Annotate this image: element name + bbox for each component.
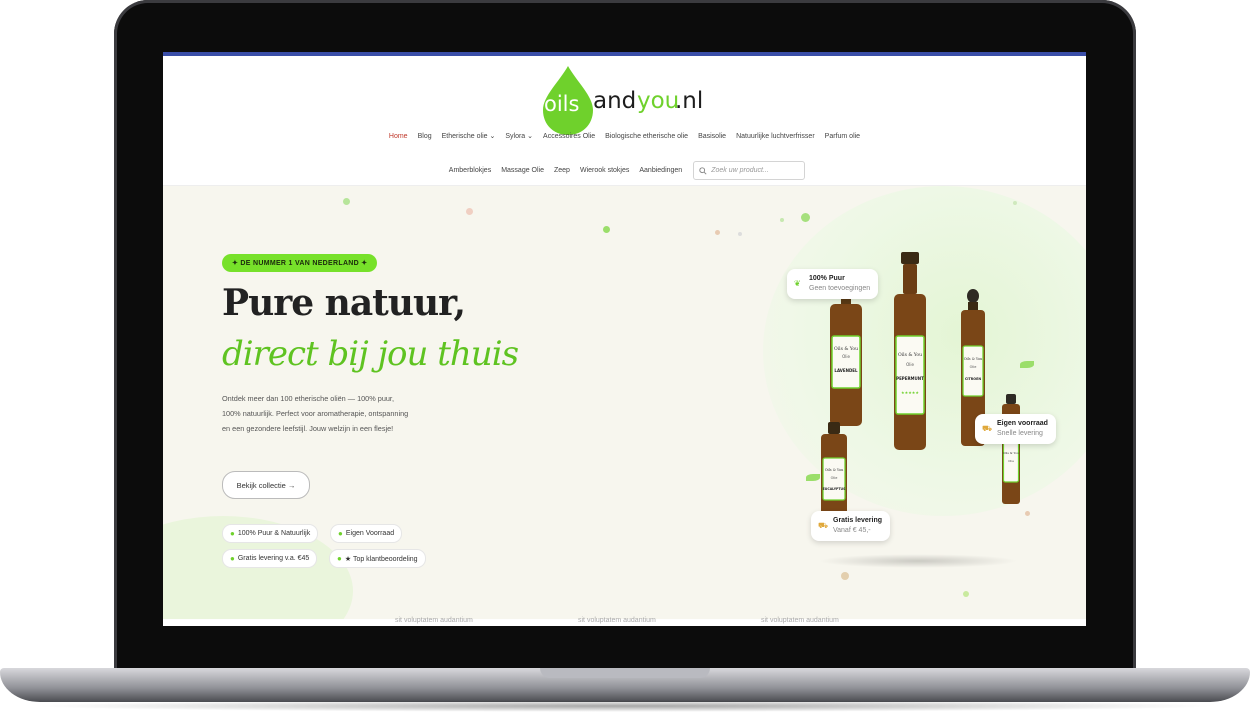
nav-luchtverfrisser[interactable]: Natuurlijke luchtverfrisser [736,133,815,140]
deco-dot [780,218,784,222]
feature-label: Gratis levering v.a. €45 [237,555,310,562]
deco-dot [343,198,350,205]
bottle-name: PEPERMUNT [896,376,924,381]
bottle-lavendel: Oils & You Olie LAVENDEL [830,278,862,426]
top-accent-strip [163,52,1086,56]
nav-sylora[interactable]: Sylora ⌄ [505,132,533,140]
feature-pill: ● ★ Top klantbeoordeling [329,549,426,568]
nav-label: Sylora [505,133,526,140]
deco-dot [466,208,473,215]
leaf-icon: ❦ [794,279,801,288]
feature-label: ★ Top klantbeoordeling [344,555,418,563]
dot-icon: ● [230,554,235,563]
laptop-shadow [30,700,1220,712]
card-subtitle: Vanaf € 45,- [833,527,871,534]
deco-dot [1020,361,1034,368]
bottle-name: LAVENDEL [834,368,858,373]
hero-title: Pure natuur, [222,282,466,324]
deco-dot [1025,511,1030,516]
deco-dot [841,572,849,580]
deco-dot [738,232,742,236]
bottle-shadow [818,554,1018,568]
bottle-sub: Olie [906,362,914,367]
card-title: Eigen voorraad [997,420,1048,427]
nav-aanbiedingen[interactable]: Aanbiedingen [639,167,682,174]
hero-section: ✦ DE NUMMER 1 VAN NEDERLAND ✦ Pure natuu… [163,186,1086,626]
svg-text:★★★★★: ★★★★★ [901,390,919,395]
nav-massage-olie[interactable]: Massage Olie [501,167,544,174]
bottle-name: CITROEN [965,377,981,381]
nav-amberblokjes[interactable]: Amberblokjes [449,167,491,174]
site-logo[interactable]: oils and you .nl [539,58,709,136]
nav-wierook-stokjes[interactable]: Wierook stokjes [580,167,629,174]
card-title: Gratis levering [833,517,883,524]
truck-icon: ⛟ [982,424,993,433]
chevron-down-icon: ⌄ [489,133,496,140]
feature-pill: ● Gratis levering v.a. €45 [222,549,318,568]
card-pure: ❦ 100% Puur Geen toevoegingen [787,269,879,299]
next-section-peek: sit voluptatem audantium sit voluptatem … [163,617,1086,626]
card-subtitle: Geen toevoegingen [809,285,871,292]
logo-nl-text: .nl [675,88,704,114]
bottle-brand: Oils & You [964,357,983,361]
nav-etherische-olie[interactable]: Etherische olie ⌄ [442,132,496,140]
bottle-sub: Olie [831,476,838,480]
card-title: 100% Puur [809,275,845,282]
bottle-brand: Oils & You [898,352,922,358]
browser-screen: oils and you .nl Home Blog Etherische ol… [163,52,1086,626]
bottle-pepermunt: Oils & You Olie PEPERMUNT ★★★★★ [894,252,926,450]
truck-icon: ⛟ [818,521,829,530]
hero-badge: ✦ DE NUMMER 1 VAN NEDERLAND ✦ [222,254,378,272]
view-collection-button[interactable]: Bekijk collectie → [222,471,310,499]
nav-zeep[interactable]: Zeep [554,167,570,174]
nav-blog[interactable]: Blog [418,133,432,140]
search-box[interactable]: Zoek uw product... [693,161,806,180]
nav-biologische-olie[interactable]: Biologische etherische olie [605,133,688,140]
bottle-sub: Olie [970,365,977,369]
feature-label: Eigen Voorraad [345,530,395,537]
nav-home[interactable]: Home [389,133,408,140]
deco-dot [963,591,969,597]
bottle-brand: Oils & You [825,468,844,472]
laptop-notch [540,668,710,678]
feature-pill: ● Eigen Voorraad [330,524,403,543]
main-nav: Home Blog Etherische olie ⌄ Sylora ⌄ Acc… [163,132,1086,141]
deco-dot [806,474,820,481]
nav-parfum-olie[interactable]: Parfum olie [825,133,860,140]
dot-icon: ● [338,529,343,538]
chevron-down-icon: ⌄ [527,133,534,140]
deco-dot [1013,201,1017,205]
bottle-small: Oils & You Olie [1002,394,1020,504]
feature-pill: ● 100% Puur & Natuurlijk [222,524,319,543]
peek-text: sit voluptatem audantium [761,617,839,624]
deco-dot [603,226,610,233]
secondary-nav: Amberblokjes Massage Olie Zeep Wierook s… [163,161,1086,180]
hero-description: Ontdek meer dan 100 etherische oliën — 1… [222,394,409,433]
feature-label: 100% Puur & Natuurlijk [237,530,311,537]
logo-and-text: and [593,88,637,114]
search-icon [699,166,707,175]
nav-accessoires-olie[interactable]: Accessoires Olie [543,133,595,140]
dot-icon: ● [337,554,342,563]
bottle-brand: Oils & You [834,346,858,352]
bottle-name: EUCALYPTUS [823,487,847,491]
card-stock: ⛟ Eigen voorraad Snelle levering [975,414,1056,444]
peek-text: sit voluptatem audantium [578,617,656,624]
bottle-sub: Olie [842,354,850,359]
peek-text: sit voluptatem audantium [395,617,473,624]
deco-dot [715,230,720,235]
bottle-sub: Olie [1008,459,1014,463]
search-input[interactable]: Zoek uw product... [711,167,769,174]
hero-subtitle: direct bij jou thuis [222,334,519,374]
card-delivery: ⛟ Gratis levering Vanaf € 45,- [811,511,891,541]
logo-oils-text: oils [544,92,580,116]
deco-dot [801,213,810,222]
logo-you-text: you [637,88,680,114]
card-subtitle: Snelle levering [997,430,1043,437]
dot-icon: ● [230,529,235,538]
nav-label: Etherische olie [441,133,488,140]
bottle-eucalyptus: Oils & You Olie EUCALYPTUS [821,422,847,520]
bottle-brand: Oils & You [1003,451,1019,455]
nav-basisolie[interactable]: Basisolie [698,133,726,140]
